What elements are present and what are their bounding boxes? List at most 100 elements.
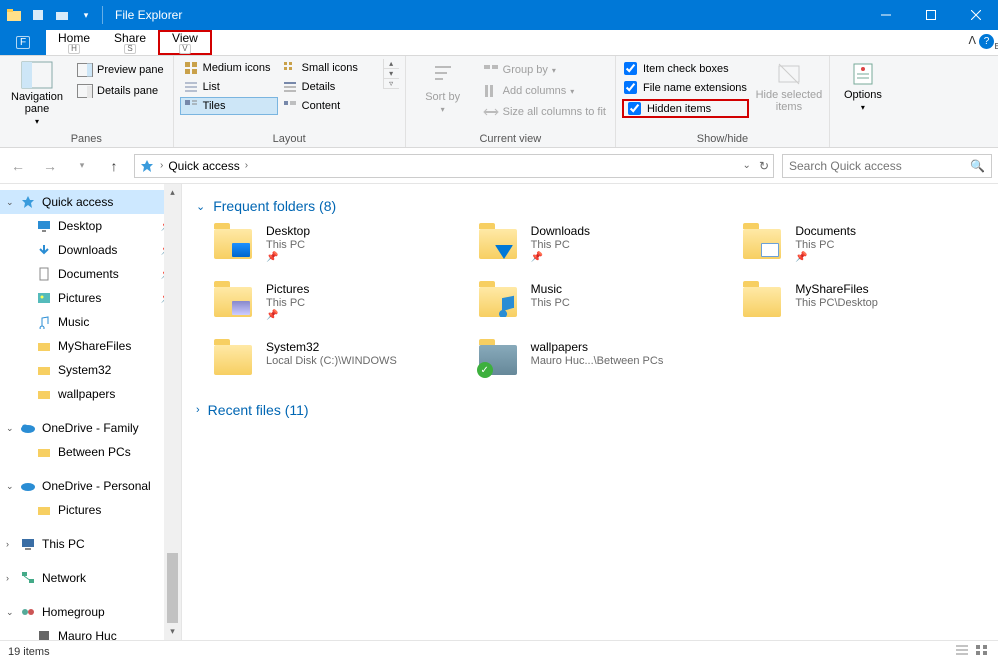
details-view-button[interactable] [954,643,970,660]
search-box[interactable]: 🔍 [782,154,992,178]
layout-medium-icons[interactable]: Medium icons [180,59,278,77]
group-label-layout: Layout [180,131,399,145]
sidebar-item-quick-access[interactable]: ⌄Quick access [0,190,181,214]
folder-tile[interactable]: DownloadsThis PC📌 [475,224,720,264]
sort-by-button[interactable]: Sort by▾ [412,59,474,114]
folder-tile[interactable]: PicturesThis PC📌 [210,282,455,322]
recent-files-header[interactable]: ›Recent files (11) [196,398,984,428]
group-label-options [836,131,890,145]
layout-gallery: Medium icons Small icons List Details Ti… [180,59,377,115]
qat-dropdown-icon[interactable]: ▾ [76,5,96,25]
breadcrumb-dropdown-icon[interactable]: ⌄ [743,160,751,171]
navigation-pane-button[interactable]: Navigation pane▾ [6,59,68,126]
breadcrumb-quick-access[interactable]: Quick access [168,159,239,173]
sidebar-item-music[interactable]: Music [0,310,181,334]
ribbon-collapse-icon[interactable]: ᐱ [968,34,976,47]
tile-location: Local Disk (C:)\WINDOWS [266,355,397,367]
folder-tile[interactable]: DocumentsThis PC📌 [739,224,984,264]
ribbon: Navigation pane▾ Preview pane Details pa… [0,56,998,148]
nav-forward-button[interactable]: → [38,154,62,178]
folder-icon [36,362,52,378]
folder-icon [475,282,521,322]
sidebar-item-this-pc[interactable]: ›This PC [0,532,181,556]
sidebar-item-system32[interactable]: System32 [0,358,181,382]
sidebar-item-mysharefiles[interactable]: MyShareFiles [0,334,181,358]
sidebar-item-documents[interactable]: Documents📌 [0,262,181,286]
add-columns-button[interactable]: Add columns ▾ [480,82,609,100]
title-bar: ▾ File Explorer [0,0,998,30]
maximize-button[interactable] [908,0,953,30]
quick-access-toolbar: ▾ [0,5,109,25]
size-columns-button[interactable]: Size all columns to fit [480,103,609,121]
sidebar-item-homegroup[interactable]: ⌄Homegroup [0,600,181,624]
ribbon-group-current-view: Sort by▾ Group by ▾ Add columns ▾ Size a… [406,56,616,147]
sidebar-item-onedrive-family[interactable]: ⌄OneDrive - Family [0,416,181,440]
close-button[interactable] [953,0,998,30]
help-icon[interactable]: ? [979,34,994,49]
folder-tile[interactable]: ✓wallpapersMauro Huc...\Between PCs [475,340,720,380]
sidebar-item-pictures[interactable]: Pictures📌 [0,286,181,310]
breadcrumb[interactable]: › Quick access › ⌄ ↻ [134,154,774,178]
sidebar-item-network[interactable]: ›Network [0,566,181,590]
group-by-button[interactable]: Group by ▾ [480,61,609,79]
frequent-folders-header[interactable]: ⌄Frequent folders (8) [196,194,984,224]
chevron-right-icon[interactable]: › [6,539,9,549]
minimize-button[interactable] [863,0,908,30]
folder-icon [210,340,256,380]
tile-location: This PC [266,239,310,251]
file-extensions-toggle[interactable]: File name extensions [622,80,749,95]
hidden-items-toggle[interactable]: Hidden items [626,101,745,116]
tab-file[interactable]: F [0,30,46,55]
sidebar-item-downloads[interactable]: Downloads📌 [0,238,181,262]
hide-selected-button[interactable]: Hide selected items [755,59,823,113]
search-input[interactable] [789,159,985,173]
sidebar-item-onedrive-pictures[interactable]: Pictures [0,498,181,522]
tile-name: Music [531,282,570,296]
nav-recent-dropdown[interactable]: ▾ [70,154,94,178]
layout-small-icons[interactable]: Small icons [279,59,377,77]
tab-file-shortcut: F [16,36,30,49]
refresh-button[interactable]: ↻ [759,159,769,173]
pin-icon: 📌 [266,310,309,321]
sidebar-item-onedrive-personal[interactable]: ⌄OneDrive - Personal [0,474,181,498]
tile-name: MyShareFiles [795,282,878,296]
window-title: File Explorer [109,8,863,22]
details-pane-button[interactable]: Details pane [74,82,167,100]
folder-icon [36,502,52,518]
layout-details[interactable]: Details [279,78,377,96]
tile-name: Downloads [531,224,590,238]
layout-content[interactable]: Content [279,97,377,115]
sidebar-item-between-pcs[interactable]: Between PCs [0,440,181,464]
qat-newfolder-icon[interactable] [52,5,72,25]
layout-tiles[interactable]: Tiles [180,97,278,115]
qat-properties-icon[interactable] [28,5,48,25]
sidebar-item-desktop[interactable]: Desktop📌 [0,214,181,238]
item-checkboxes-toggle[interactable]: Item check boxes [622,61,749,76]
tab-view[interactable]: ViewV [158,30,212,55]
folder-tile[interactable]: MusicThis PC [475,282,720,322]
folder-tile[interactable]: System32Local Disk (C:)\WINDOWS [210,340,455,380]
chevron-down-icon[interactable]: ⌄ [6,481,14,492]
bc-chevron-icon-2[interactable]: › [242,160,251,171]
this-pc-icon [20,536,36,552]
folder-tile[interactable]: MyShareFilesThis PC\Desktop [739,282,984,322]
options-button[interactable]: Options▾ [836,59,890,112]
layout-gallery-scroll[interactable]: ▴▾▿ [383,59,399,89]
preview-pane-button[interactable]: Preview pane [74,61,167,79]
pin-icon: 📌 [795,252,856,263]
nav-back-button[interactable]: ← [6,154,30,178]
tab-home[interactable]: HomeH [46,30,102,55]
sidebar-item-mauro[interactable]: Mauro Huc [0,624,181,640]
sidebar-item-wallpapers[interactable]: wallpapers [0,382,181,406]
layout-list[interactable]: List [180,78,278,96]
chevron-right-icon[interactable]: › [6,573,9,583]
bc-chevron-icon[interactable]: › [157,160,166,171]
folder-tile[interactable]: DesktopThis PC📌 [210,224,455,264]
chevron-down-icon[interactable]: ⌄ [6,607,14,618]
tab-share[interactable]: ShareS [102,30,158,55]
tiles-view-button[interactable] [974,643,990,660]
nav-up-button[interactable]: ↑ [102,154,126,178]
chevron-down-icon[interactable]: ⌄ [6,197,14,208]
chevron-down-icon[interactable]: ⌄ [6,423,14,434]
sidebar-scrollbar[interactable]: ▴▾ [164,184,181,640]
